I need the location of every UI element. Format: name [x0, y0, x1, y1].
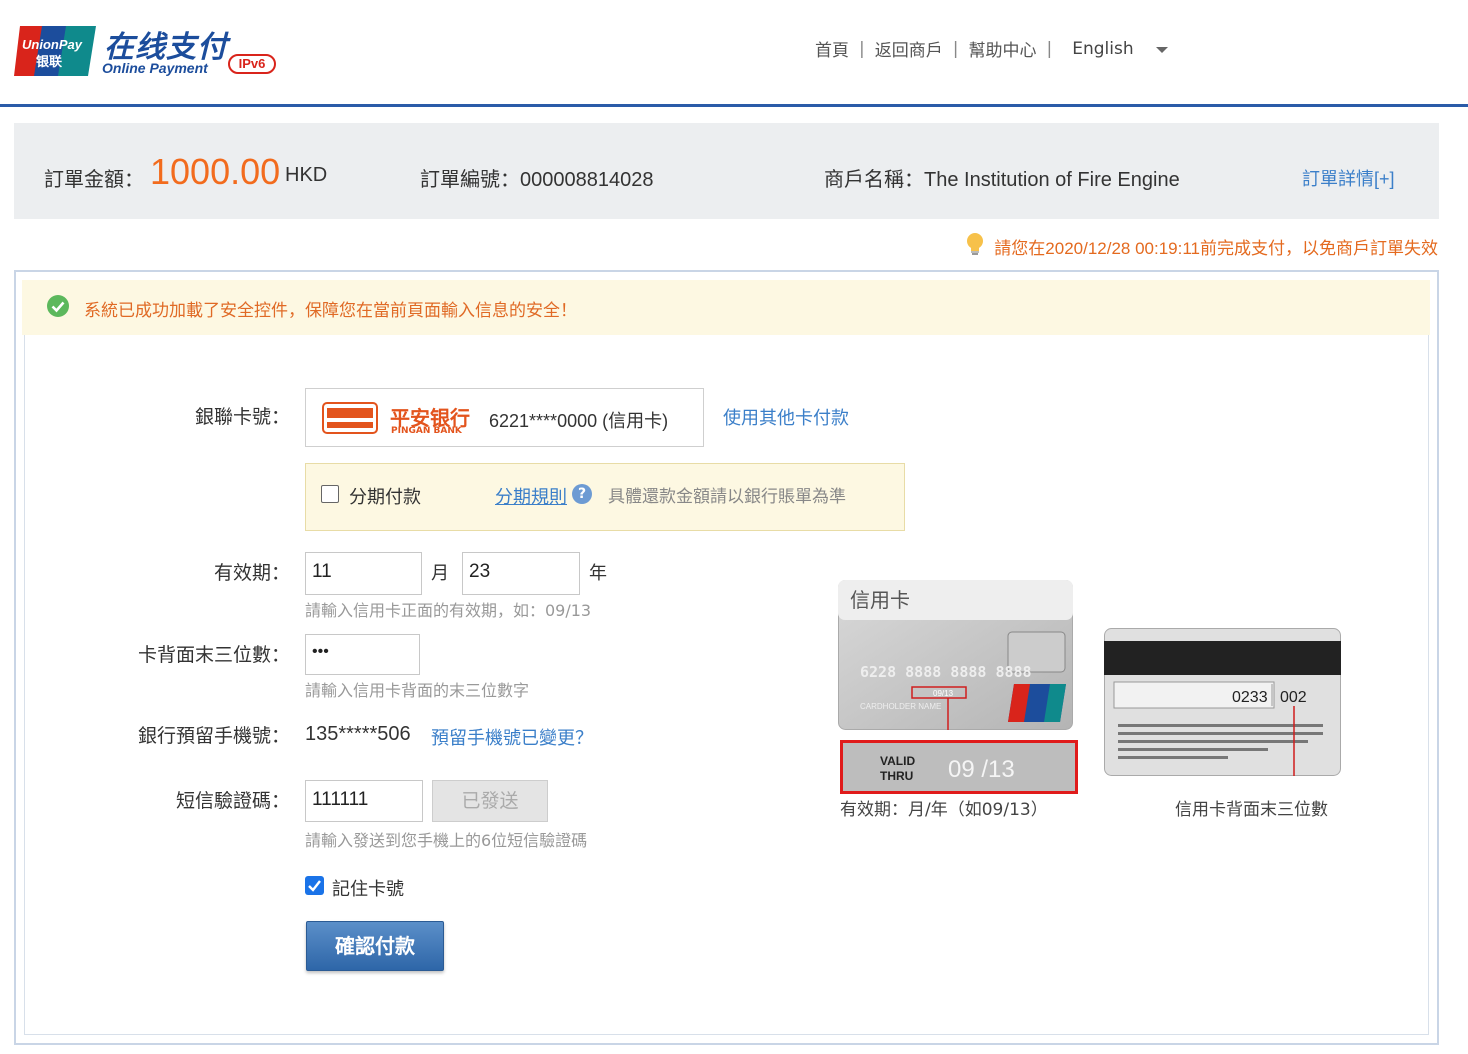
card-front-small-expiry: 09/13: [933, 689, 954, 698]
remember-card-checkbox[interactable]: [305, 876, 324, 895]
use-other-card-link[interactable]: 使用其他卡付款: [723, 404, 849, 430]
masked-card-number: 6221****0000 (信用卡): [489, 411, 669, 431]
sms-code-input[interactable]: 111111: [305, 780, 423, 822]
language-label: English: [1072, 38, 1134, 59]
valid-thru-line1: VALID: [880, 754, 915, 768]
installment-rules-link[interactable]: 分期規則: [495, 483, 567, 509]
card-number-label: 銀聯卡號：: [194, 406, 290, 428]
chevron-down-icon: [1155, 46, 1168, 53]
card-back-code1: 0233: [1232, 689, 1268, 706]
order-detail-link[interactable]: 訂單詳情[+]: [1302, 165, 1395, 191]
help-icon[interactable]: ?: [572, 484, 592, 504]
payment-deadline: 請您在2020/12/28 00:19:11前完成支付，以免商戶訂單失效: [966, 232, 1438, 261]
amount-label: 訂單金額：: [44, 169, 144, 191]
valid-thru-zoom: VALID THRU 09 /13: [840, 740, 1078, 794]
expiry-year-input[interactable]: 23: [462, 552, 580, 595]
valid-thru-line2: THRU: [880, 769, 913, 783]
pingan-bank-card-icon: [322, 402, 378, 434]
sms-code-label: 短信驗證碼：: [175, 790, 290, 812]
bank-name-en: PINGAN BANK: [391, 426, 462, 436]
language-selector[interactable]: English: [1072, 38, 1168, 59]
installment-checkbox[interactable]: [321, 485, 339, 503]
lightbulb-icon: [966, 232, 984, 261]
nav-separator: |: [1046, 38, 1053, 59]
currency-code: HKD: [285, 164, 328, 186]
phone-changed-link[interactable]: 預留手機號已變更？: [431, 724, 593, 750]
ipv6-badge: IPv6: [228, 54, 276, 74]
expiry-label: 有效期：: [213, 562, 290, 584]
top-navigation: 首頁 | 返回商戶 | 幫助中心 | English: [815, 36, 1168, 61]
cvv-hint: 請輸入信用卡背面的末三位數字: [305, 681, 530, 700]
month-unit-label: 月: [431, 563, 449, 584]
year-unit-label: 年: [589, 563, 607, 584]
expiry-month-input[interactable]: 11: [305, 552, 422, 595]
order-summary-bar: 訂單金額： 1000.00 HKD 訂單編號：000008814028 商戶名稱…: [14, 123, 1439, 219]
logo-english-title: Online Payment: [102, 60, 208, 76]
card-back-cvv: 002: [1280, 689, 1307, 706]
svg-text:银联: 银联: [36, 54, 62, 70]
confirm-payment-button[interactable]: 確認付款: [306, 921, 444, 971]
credit-card-front-illustration: 信用卡 6228 8888 8888 8888 09/13 CARDHOLDER…: [838, 580, 1073, 740]
installment-note: 具體還款金額請以銀行賬單為準: [608, 487, 846, 507]
check-circle-icon: [46, 294, 70, 322]
phone-label: 銀行預留手機號：: [137, 725, 290, 747]
expiry-illustration-caption: 有效期：月/年（如09/13）: [840, 800, 1048, 820]
unionpay-logo: UnionPay 银联: [14, 24, 96, 78]
deadline-text: 請您在2020/12/28 00:19:11前完成支付，以免商戶訂單失效: [994, 239, 1438, 258]
valid-thru-date: 09 /13: [948, 756, 1015, 783]
merchant-name: 商戶名稱：The Institution of Fire Engine: [824, 169, 1180, 191]
credit-card-back-illustration: 0233 002: [1104, 628, 1341, 785]
remember-card-label: 記住卡號: [332, 879, 404, 900]
svg-text:UnionPay: UnionPay: [22, 37, 83, 52]
phone-number: 135*****506: [305, 723, 411, 745]
sms-code-hint: 請輸入發送到您手機上的6位短信驗證碼: [305, 831, 588, 850]
security-notice-text: 系統已成功加載了安全控件，保障您在當前頁面輸入信息的安全！: [84, 301, 577, 321]
amount-value: 1000.00: [150, 151, 281, 192]
nav-separator: |: [859, 38, 865, 59]
nav-home-link[interactable]: 首頁: [815, 36, 849, 61]
cvv-input[interactable]: •••: [305, 634, 420, 675]
nav-help-center-link[interactable]: 幫助中心: [968, 36, 1036, 61]
nav-separator: |: [952, 38, 959, 59]
cvv-illustration-caption: 信用卡背面末三位數: [1175, 800, 1328, 820]
nav-back-to-merchant-link[interactable]: 返回商戶: [875, 36, 943, 61]
cvv-label: 卡背面末三位數：: [137, 644, 290, 666]
cardholder-name: CARDHOLDER NAME: [860, 702, 941, 711]
header-divider: [0, 104, 1468, 107]
card-front-title: 信用卡: [850, 588, 910, 612]
card-front-number: 6228 8888 8888 8888: [860, 663, 1032, 681]
order-number: 訂單編號：000008814028: [420, 169, 654, 191]
expiry-hint: 請輸入信用卡正面的有效期，如：09/13: [305, 601, 592, 620]
sms-sent-button[interactable]: 已發送: [432, 780, 548, 822]
installment-label: 分期付款: [349, 487, 421, 508]
checkmark-icon: [308, 880, 321, 892]
